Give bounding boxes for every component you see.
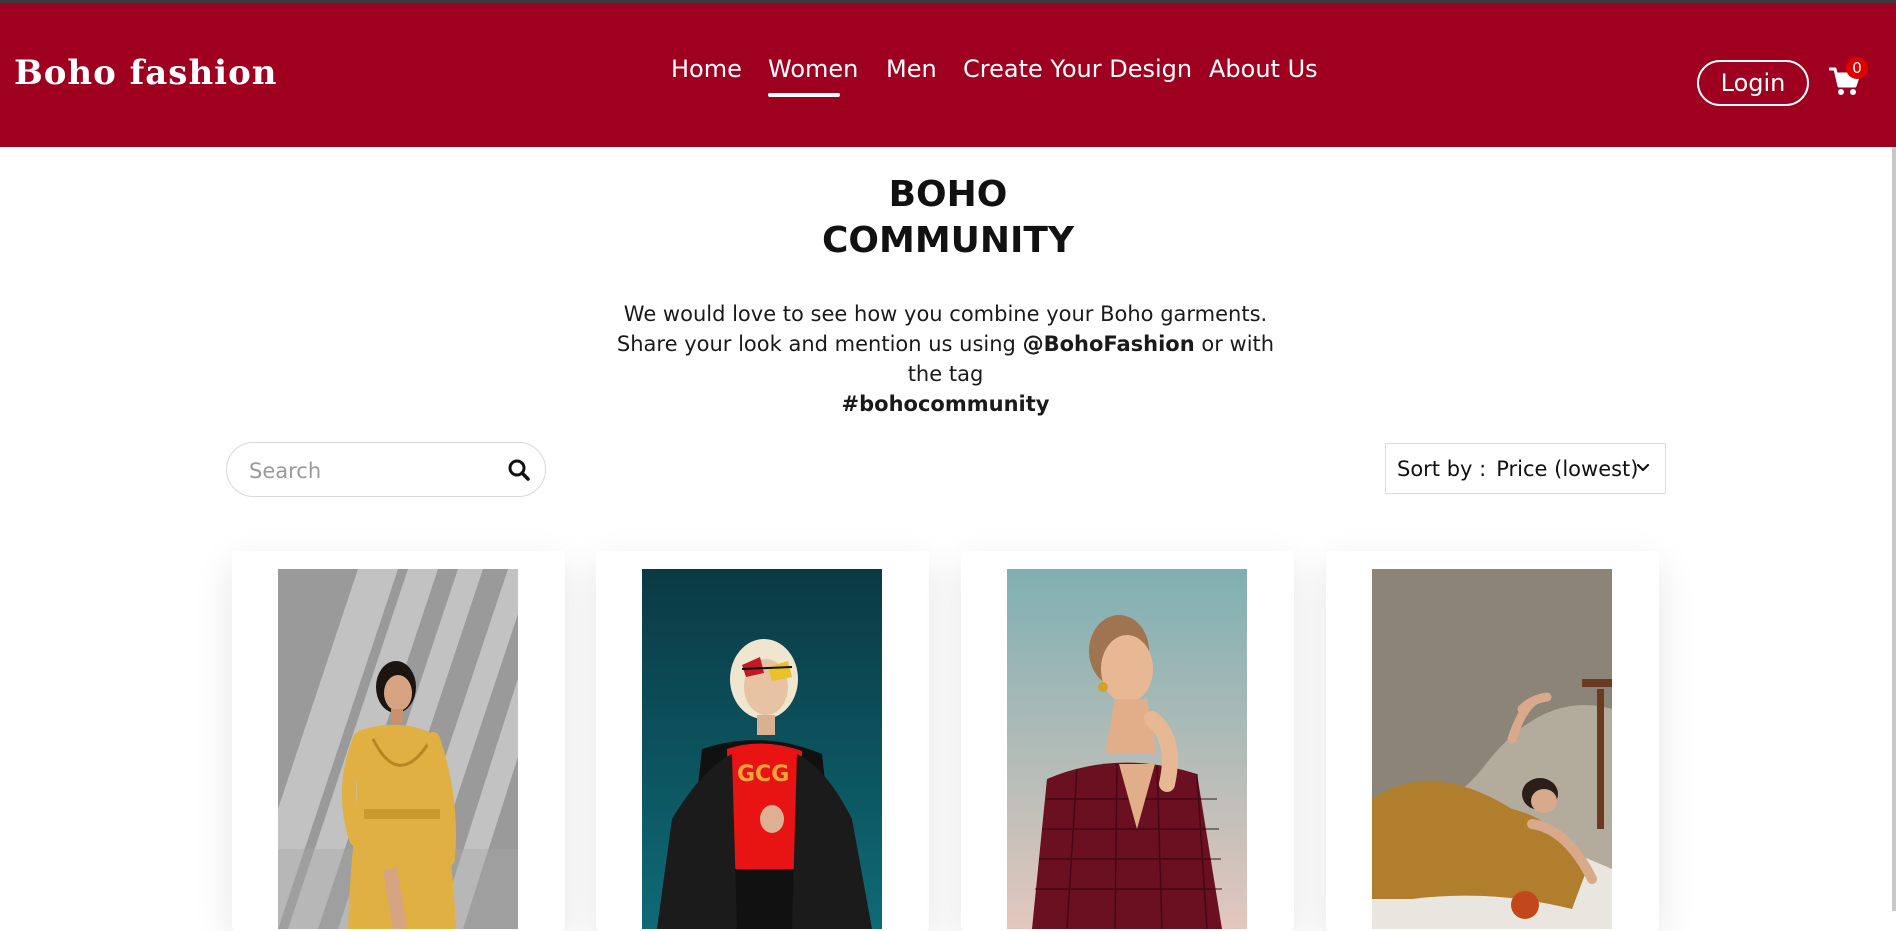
page-title-line-1: BOHO (888, 174, 1008, 215)
community-hashtag: #bohocommunity (841, 392, 1050, 416)
nav-men[interactable]: Men (886, 55, 937, 83)
search-icon[interactable] (507, 458, 531, 482)
product-image[interactable] (1007, 569, 1247, 929)
product-image[interactable]: GCG (642, 569, 882, 929)
product-image[interactable] (278, 569, 518, 929)
community-description: We would love to see how you combine you… (598, 299, 1293, 419)
sort-label: Sort by : (1397, 456, 1487, 481)
product-card[interactable] (961, 551, 1294, 931)
logo[interactable]: Boho fashion (14, 53, 277, 93)
navbar: Boho fashion Home Women Men Create Your … (0, 3, 1896, 147)
chevron-down-icon (1636, 463, 1650, 472)
page-title-line-2: COMMUNITY (821, 220, 1075, 261)
product-card[interactable]: GCG (596, 551, 929, 931)
nav-create-your-design[interactable]: Create Your Design (963, 55, 1192, 83)
sort-value: Price (lowest) (1496, 456, 1639, 481)
cart-count-badge: 0 (1846, 57, 1868, 79)
svg-text:GCG: GCG (737, 762, 789, 787)
nav-women[interactable]: Women (768, 55, 858, 97)
product-card[interactable] (1326, 551, 1659, 931)
login-button[interactable]: Login (1697, 60, 1809, 106)
product-image[interactable] (1372, 569, 1612, 929)
search-box (226, 442, 546, 497)
product-card[interactable] (232, 551, 565, 931)
nav-about-us[interactable]: About Us (1209, 55, 1318, 83)
sort-dropdown[interactable]: Sort by : Price (lowest) (1385, 443, 1666, 494)
search-input[interactable] (247, 453, 501, 489)
nav-home[interactable]: Home (671, 55, 742, 83)
brand-handle: @BohoFashion (1022, 332, 1195, 356)
